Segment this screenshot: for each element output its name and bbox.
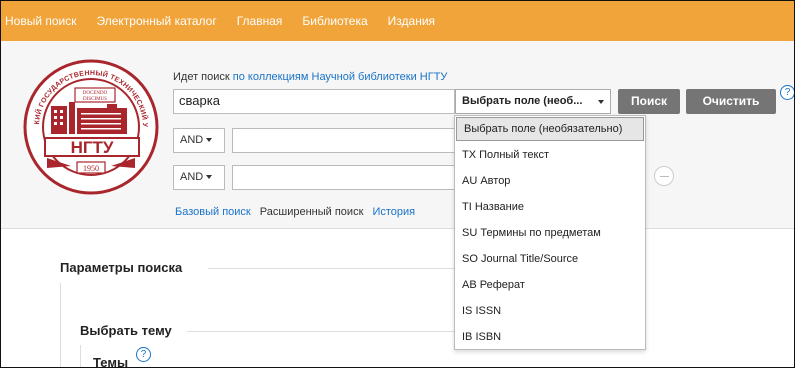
dropdown-option[interactable]: Выбрать поле (необязательно) [456, 117, 644, 141]
logo-year: 1950 [83, 164, 99, 173]
search-params-title: Параметры поиска [60, 260, 183, 275]
nav-home[interactable]: Главная [227, 14, 293, 28]
operator-label: AND [180, 171, 204, 183]
dropdown-option[interactable]: AU Автор [455, 168, 645, 194]
search-area: НОВОСИБИРСКИЙ ГОСУДАРСТВЕННЫЙ ТЕХНИЧЕСКИ… [1, 41, 794, 229]
logo-name: НГТУ [71, 138, 114, 157]
nav-publications[interactable]: Издания [378, 14, 445, 28]
logo-motto-2: DISCIMUS [83, 97, 107, 102]
nav-catalog[interactable]: Электронный каталог [87, 14, 227, 28]
dropdown-option[interactable]: IB ISBN [455, 324, 645, 350]
top-nav: Новый поиск Электронный каталог Главная … [1, 1, 794, 41]
search-input-row3[interactable] [232, 165, 456, 190]
divider [187, 331, 454, 332]
dropdown-option[interactable]: AB Реферат [455, 272, 645, 298]
search-input-row2[interactable] [232, 128, 456, 153]
caption-prefix: Идет поиск [173, 71, 230, 83]
field-select-label: Выбрать поле (необ... [462, 95, 583, 107]
search-mode-links: Базовый поиск Расширенный поиск История [175, 206, 421, 218]
app-frame: Новый поиск Электронный каталог Главная … [0, 0, 795, 368]
select-topic-title: Выбрать тему [80, 323, 172, 338]
themes-label: Темы [93, 355, 129, 368]
collection-link[interactable]: по коллекциям Научной библиотеки НГТУ [233, 71, 448, 83]
chevron-down-icon [598, 100, 604, 104]
dropdown-option[interactable]: TX Полный текст [455, 142, 645, 168]
boolean-operator-select-row3[interactable]: AND [173, 165, 225, 190]
search-input[interactable]: сварка [173, 89, 455, 114]
divider [60, 283, 61, 367]
nav-library[interactable]: Библиотека [292, 14, 377, 28]
boolean-operator-select-row2[interactable]: AND [173, 128, 225, 153]
search-scope-caption: Идет поиск по коллекциям Научной библиот… [173, 71, 447, 83]
dropdown-option[interactable]: IS ISSN [455, 298, 645, 324]
operator-label: AND [180, 134, 204, 146]
themes-help-icon[interactable]: ? [136, 347, 151, 362]
chevron-down-icon [206, 138, 213, 143]
remove-row-icon[interactable] [654, 166, 674, 186]
history-link[interactable]: История [372, 206, 415, 218]
logo-motto-1: DOCENDO [83, 91, 108, 96]
divider [80, 345, 81, 367]
university-logo[interactable]: НОВОСИБИРСКИЙ ГОСУДАРСТВЕННЫЙ ТЕХНИЧЕСКИ… [21, 58, 161, 196]
search-button[interactable]: Поиск [618, 89, 680, 114]
dropdown-option[interactable]: SU Термины по предметам [455, 220, 645, 246]
dropdown-option[interactable]: TI Название [455, 194, 645, 220]
clear-button[interactable]: Очистить [686, 89, 776, 114]
advanced-search-link[interactable]: Расширенный поиск [260, 206, 364, 218]
nav-new-search[interactable]: Новый поиск [1, 14, 87, 28]
help-icon[interactable]: ? [780, 85, 794, 100]
divider [208, 268, 454, 269]
chevron-down-icon [206, 175, 213, 180]
dropdown-option[interactable]: SO Journal Title/Source [455, 246, 645, 272]
basic-search-link[interactable]: Базовый поиск [175, 206, 251, 218]
field-select[interactable]: Выбрать поле (необ... [455, 89, 611, 114]
field-dropdown-menu: Выбрать поле (необязательно) TX Полный т… [454, 115, 646, 350]
